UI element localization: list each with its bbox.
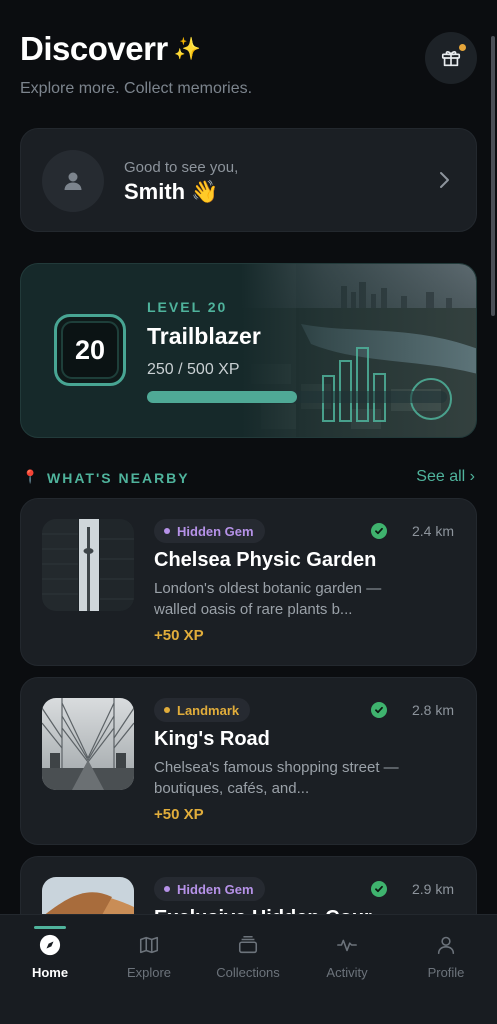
category-label: Hidden Gem	[177, 523, 254, 539]
tag-dot	[164, 886, 170, 892]
tab-label: Activity	[326, 965, 368, 980]
xp-progress-bar	[147, 391, 447, 403]
tab-label: Explore	[126, 965, 172, 980]
greeting-card[interactable]: Good to see you, Smith 👋	[20, 128, 477, 232]
tab-label: Collections	[216, 965, 280, 980]
profile-icon	[435, 933, 457, 957]
category-tag: Hidden Gem	[154, 877, 265, 901]
tag-dot	[164, 528, 170, 534]
place-name: King's Road	[154, 728, 270, 750]
nearby-label: WHAT'S NEARBY	[47, 470, 190, 486]
tab-explore[interactable]: Explore	[99, 915, 199, 995]
map-icon	[138, 933, 160, 957]
city-skyline-photo	[241, 264, 476, 437]
category-label: Landmark	[177, 702, 240, 718]
distance: 2.9 km	[411, 881, 454, 897]
pin-icon: 📍	[22, 469, 39, 484]
app-subtitle: Explore more. Collect memories.	[20, 80, 253, 97]
xp-progress-fill	[147, 391, 297, 403]
app-title: Discoverr	[20, 30, 168, 67]
category-tag: Landmark	[154, 698, 251, 722]
app-title-row: Discoverr ✨	[20, 30, 477, 68]
notification-dot	[459, 44, 466, 51]
tab-activity[interactable]: Activity	[297, 915, 397, 995]
bridge-photo	[42, 698, 134, 790]
tab-collections[interactable]: Collections	[198, 915, 298, 995]
compass-icon	[39, 933, 61, 957]
distance: 2.4 km	[411, 523, 454, 539]
place-name: Chelsea Physic Garden	[154, 549, 377, 571]
xp-reward: +50 XP	[154, 806, 204, 823]
xp-reward: +50 XP	[154, 627, 204, 644]
see-all-link[interactable]: See all ›	[416, 468, 475, 486]
xp-progress-text: 250 / 500 XP	[147, 361, 240, 378]
distance: 2.8 km	[411, 702, 454, 718]
tag-dot	[164, 707, 170, 713]
place-card[interactable]: Hidden Gem 2.4 km Chelsea Physic Garden …	[20, 498, 477, 666]
gift-button[interactable]	[425, 32, 477, 84]
collections-icon	[237, 933, 259, 957]
tab-profile[interactable]: Profile	[396, 915, 496, 995]
level-card[interactable]: 20 LEVEL 20 Trailblazer 250 / 500 XP	[20, 263, 477, 438]
greeting-prefix: Good to see you,	[124, 159, 239, 176]
gift-icon	[441, 51, 461, 67]
tab-label: Profile	[427, 965, 465, 980]
level-number: 20	[61, 321, 119, 379]
level-title: Trailblazer	[147, 323, 261, 349]
home-screen: Discoverr ✨ Explore more. Collect memorie…	[0, 0, 497, 1024]
tab-label: Home	[31, 965, 69, 980]
scrollbar[interactable]	[491, 36, 495, 316]
nearby-section-header: 📍 WHAT'S NEARBY See all ›	[22, 468, 475, 490]
tab-home[interactable]: Home	[0, 915, 100, 995]
wave-emoji: 👋	[191, 179, 219, 204]
tower-photo	[42, 519, 134, 611]
category-tag: Hidden Gem	[154, 519, 265, 543]
tab-bar: Home Explore Collections Activity Profil…	[0, 914, 497, 1024]
chevron-right-icon	[440, 172, 449, 188]
avatar	[42, 150, 104, 212]
active-tab-indicator	[34, 926, 66, 929]
category-label: Hidden Gem	[177, 881, 254, 897]
level-badge: 20	[54, 314, 126, 386]
sparkle-icon: ✨	[173, 36, 202, 61]
user-name: Smith	[124, 179, 186, 204]
verified-check-icon	[371, 702, 387, 718]
place-description: Chelsea's famous shopping street — bouti…	[154, 759, 399, 797]
verified-check-icon	[371, 523, 387, 539]
level-label: LEVEL 20	[147, 299, 228, 315]
verified-check-icon	[371, 881, 387, 897]
header: Discoverr ✨ Explore more. Collect memorie…	[20, 30, 477, 105]
person-icon	[64, 172, 82, 190]
place-card[interactable]: Landmark 2.8 km King's Road Chelsea's fa…	[20, 677, 477, 845]
activity-icon	[336, 933, 358, 957]
greeting-name-row: Smith 👋	[124, 179, 219, 205]
place-description: London's oldest botanic garden — walled …	[154, 580, 382, 618]
